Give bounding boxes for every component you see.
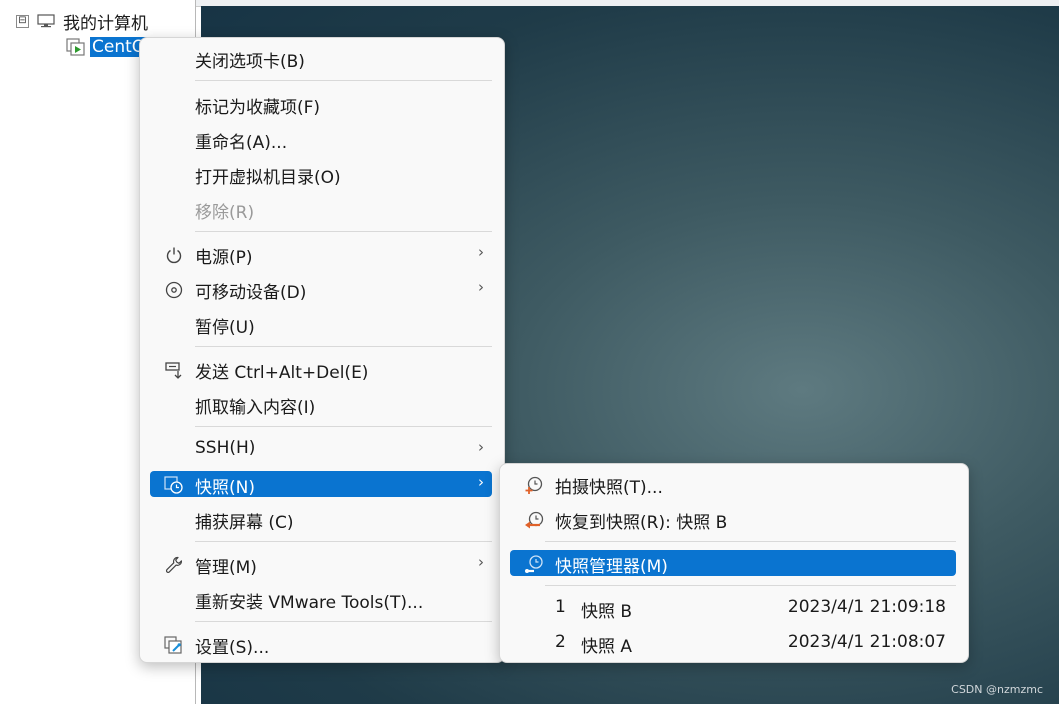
snapshot-list-item[interactable]: 2 快照 A 2023/4/1 21:08:07 (510, 630, 956, 657)
wrench-icon (165, 556, 182, 573)
submenu-arrow-icon: › (478, 438, 484, 456)
submenu-item-revert-snapshot[interactable]: 恢复到快照(R): 快照 B (510, 506, 956, 533)
menu-item-capture-screen[interactable]: 捕获屏幕 (C) (150, 506, 492, 533)
menu-item-settings[interactable]: 设置(S)... (150, 631, 492, 658)
menu-separator (195, 346, 492, 347)
submenu-arrow-icon: › (478, 553, 484, 571)
submenu-arrow-icon: › (478, 473, 484, 491)
tree-root-my-computer[interactable]: ⊟ 我的计算机 (16, 9, 148, 34)
take-snapshot-icon (525, 476, 543, 494)
menu-item-ssh[interactable]: SSH(H) › (150, 436, 492, 462)
menu-item-close-tab[interactable]: 关闭选项卡(B) (150, 45, 492, 72)
menu-item-grab-input[interactable]: 抓取输入内容(I) (150, 391, 492, 418)
menu-separator (195, 541, 492, 542)
snapshot-submenu: 拍摄快照(T)... 恢复到快照(R): 快照 B 快照管理器(M) 1 快照 … (499, 463, 969, 663)
menu-item-send-ctrl-alt-del[interactable]: 发送 Ctrl+Alt+Del(E) (150, 356, 492, 383)
menu-separator (195, 231, 492, 232)
revert-snapshot-icon (525, 511, 544, 529)
keyboard-send-icon (165, 362, 182, 379)
menu-item-mark-favorite[interactable]: 标记为收藏项(F) (150, 91, 492, 118)
power-icon (166, 247, 182, 264)
snapshot-manager-icon (525, 555, 543, 573)
menu-item-manage[interactable]: 管理(M) › (150, 551, 492, 578)
submenu-item-snapshot-manager[interactable]: 快照管理器(M) (510, 550, 956, 577)
submenu-separator (545, 585, 956, 586)
menu-item-open-vm-directory[interactable]: 打开虚拟机目录(O) (150, 161, 492, 188)
menu-separator (195, 621, 492, 622)
snapshot-list-item[interactable]: 1 快照 B 2023/4/1 21:09:18 (510, 595, 956, 622)
snapshot-icon (164, 476, 183, 494)
computer-icon (37, 14, 55, 28)
vm-context-menu: 关闭选项卡(B) 标记为收藏项(F) 重命名(A)... 打开虚拟机目录(O) … (139, 37, 505, 663)
watermark: CSDN @nzmzmc (951, 683, 1043, 696)
menu-item-power[interactable]: 电源(P) › (150, 241, 492, 268)
menu-item-reinstall-vmware-tools[interactable]: 重新安装 VMware Tools(T)... (150, 586, 492, 613)
menu-separator (195, 426, 492, 427)
menu-item-remove: 移除(R) (195, 203, 255, 223)
disc-icon (165, 281, 183, 299)
settings-icon (164, 636, 182, 654)
submenu-item-take-snapshot[interactable]: 拍摄快照(T)... (510, 471, 956, 498)
submenu-separator (545, 541, 956, 542)
tree-root-label: 我的计算机 (63, 13, 148, 34)
menu-item-pause[interactable]: 暂停(U) (150, 311, 492, 338)
collapse-icon[interactable]: ⊟ (16, 14, 29, 28)
running-vm-icon (66, 38, 85, 56)
menu-item-rename[interactable]: 重命名(A)... (150, 126, 492, 153)
submenu-arrow-icon: › (478, 243, 484, 261)
menu-item-removable-devices[interactable]: 可移动设备(D) › (150, 276, 492, 303)
menu-item-snapshot[interactable]: 快照(N) › (150, 471, 492, 498)
submenu-arrow-icon: › (478, 278, 484, 296)
menu-separator (195, 80, 492, 81)
